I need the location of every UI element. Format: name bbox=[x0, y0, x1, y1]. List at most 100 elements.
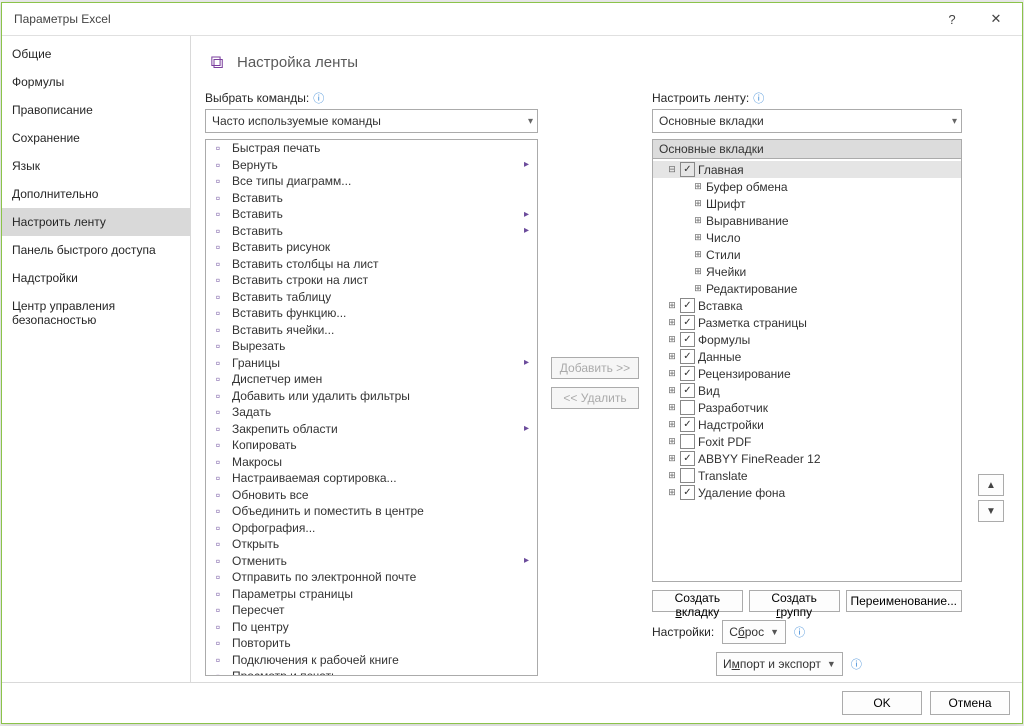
checkbox[interactable] bbox=[680, 332, 695, 347]
rename-button[interactable]: Переименование... bbox=[846, 590, 963, 612]
tree-node[interactable]: ⊞Выравнивание bbox=[653, 212, 961, 229]
checkbox[interactable] bbox=[680, 468, 695, 483]
command-item[interactable]: ▫Отправить по электронной почте bbox=[206, 569, 537, 586]
sidebar-item[interactable]: Общие bbox=[2, 40, 190, 68]
command-item[interactable]: ▫Вставить▸ bbox=[206, 223, 537, 240]
tree-node[interactable]: ⊞Foxit PDF bbox=[653, 433, 961, 450]
command-item[interactable]: ▫Вставить функцию... bbox=[206, 305, 537, 322]
info-icon[interactable]: ⓘ bbox=[753, 90, 764, 106]
expander-icon[interactable]: ⊟ bbox=[667, 164, 677, 175]
expander-icon[interactable]: ⊞ bbox=[693, 181, 703, 192]
expander-icon[interactable]: ⊞ bbox=[667, 368, 677, 379]
sidebar-item[interactable]: Формулы bbox=[2, 68, 190, 96]
command-item[interactable]: ▫Вставить строки на лист bbox=[206, 272, 537, 289]
sidebar-item[interactable]: Язык bbox=[2, 152, 190, 180]
checkbox[interactable] bbox=[680, 162, 695, 177]
close-button[interactable]: ✕ bbox=[974, 4, 1018, 34]
expander-icon[interactable]: ⊞ bbox=[667, 402, 677, 413]
expander-icon[interactable]: ⊞ bbox=[667, 419, 677, 430]
command-item[interactable]: ▫Вставить bbox=[206, 190, 537, 207]
info-icon[interactable]: ⓘ bbox=[851, 656, 862, 672]
expander-icon[interactable]: ⊞ bbox=[693, 249, 703, 260]
new-tab-button[interactable]: Создать вкладку bbox=[652, 590, 743, 612]
customize-ribbon-combo[interactable]: Основные вкладки ▾ bbox=[652, 109, 962, 133]
tree-node[interactable]: ⊞Данные bbox=[653, 348, 961, 365]
command-item[interactable]: ▫Закрепить области▸ bbox=[206, 421, 537, 438]
command-item[interactable]: ▫Вставить рисунок bbox=[206, 239, 537, 256]
move-up-button[interactable]: ▲ bbox=[978, 474, 1004, 496]
checkbox[interactable] bbox=[680, 400, 695, 415]
expander-icon[interactable]: ⊞ bbox=[693, 215, 703, 226]
tree-node[interactable]: ⊞Разметка страницы bbox=[653, 314, 961, 331]
add-button[interactable]: Добавить >> bbox=[551, 357, 639, 379]
help-button[interactable]: ? bbox=[930, 4, 974, 34]
checkbox[interactable] bbox=[680, 366, 695, 381]
remove-button[interactable]: << Удалить bbox=[551, 387, 639, 409]
expander-icon[interactable]: ⊞ bbox=[667, 453, 677, 464]
sidebar-item[interactable]: Настроить ленту bbox=[2, 208, 190, 236]
command-item[interactable]: ▫Копировать bbox=[206, 437, 537, 454]
expander-icon[interactable]: ⊞ bbox=[693, 232, 703, 243]
tree-node[interactable]: ⊞Вид bbox=[653, 382, 961, 399]
expander-icon[interactable]: ⊞ bbox=[667, 334, 677, 345]
tree-node[interactable]: ⊞Шрифт bbox=[653, 195, 961, 212]
checkbox[interactable] bbox=[680, 298, 695, 313]
command-item[interactable]: ▫Параметры страницы bbox=[206, 586, 537, 603]
expander-icon[interactable]: ⊞ bbox=[667, 470, 677, 481]
command-item[interactable]: ▫Орфография... bbox=[206, 520, 537, 537]
tree-node[interactable]: ⊞Рецензирование bbox=[653, 365, 961, 382]
expander-icon[interactable]: ⊞ bbox=[693, 283, 703, 294]
checkbox[interactable] bbox=[680, 485, 695, 500]
checkbox[interactable] bbox=[680, 434, 695, 449]
command-item[interactable]: ▫Вставить столбцы на лист bbox=[206, 256, 537, 273]
tree-node[interactable]: ⊞Удаление фона bbox=[653, 484, 961, 501]
command-item[interactable]: ▫Вырезать bbox=[206, 338, 537, 355]
sidebar-item[interactable]: Сохранение bbox=[2, 124, 190, 152]
checkbox[interactable] bbox=[680, 383, 695, 398]
expander-icon[interactable]: ⊞ bbox=[667, 300, 677, 311]
expander-icon[interactable]: ⊞ bbox=[667, 317, 677, 328]
sidebar-item[interactable]: Надстройки bbox=[2, 264, 190, 292]
command-item[interactable]: ▫Отменить▸ bbox=[206, 553, 537, 570]
command-item[interactable]: ▫Задать bbox=[206, 404, 537, 421]
expander-icon[interactable]: ⊞ bbox=[667, 436, 677, 447]
tree-node[interactable]: ⊞Надстройки bbox=[653, 416, 961, 433]
command-item[interactable]: ▫Открыть bbox=[206, 536, 537, 553]
ribbon-tree[interactable]: ⊟Главная⊞Буфер обмена⊞Шрифт⊞Выравнивание… bbox=[652, 158, 962, 582]
reset-button[interactable]: Сброс▼ bbox=[722, 620, 786, 644]
command-item[interactable]: ▫Просмотр и печать bbox=[206, 668, 537, 676]
command-item[interactable]: ▫Повторить bbox=[206, 635, 537, 652]
command-item[interactable]: ▫Макросы bbox=[206, 454, 537, 471]
command-item[interactable]: ▫Обновить все bbox=[206, 487, 537, 504]
import-export-button[interactable]: Импорт и экспорт▼ bbox=[716, 652, 843, 676]
expander-icon[interactable]: ⊞ bbox=[667, 351, 677, 362]
command-item[interactable]: ▫Вставить таблицу bbox=[206, 289, 537, 306]
command-item[interactable]: ▫Добавить или удалить фильтры bbox=[206, 388, 537, 405]
command-item[interactable]: ▫Диспетчер имен bbox=[206, 371, 537, 388]
sidebar-item[interactable]: Центр управления безопасностью bbox=[2, 292, 190, 334]
sidebar-item[interactable]: Дополнительно bbox=[2, 180, 190, 208]
sidebar-item[interactable]: Панель быстрого доступа bbox=[2, 236, 190, 264]
tree-node[interactable]: ⊞Стили bbox=[653, 246, 961, 263]
new-group-button[interactable]: Создать группу bbox=[749, 590, 840, 612]
tree-node[interactable]: ⊞Число bbox=[653, 229, 961, 246]
ok-button[interactable]: OK bbox=[842, 691, 922, 715]
command-item[interactable]: ▫По центру bbox=[206, 619, 537, 636]
tree-node[interactable]: ⊞ABBYY FineReader 12 bbox=[653, 450, 961, 467]
command-item[interactable]: ▫Подключения к рабочей книге bbox=[206, 652, 537, 669]
choose-commands-combo[interactable]: Часто используемые команды ▾ bbox=[205, 109, 538, 133]
move-down-button[interactable]: ▼ bbox=[978, 500, 1004, 522]
command-item[interactable]: ▫Настраиваемая сортировка... bbox=[206, 470, 537, 487]
checkbox[interactable] bbox=[680, 417, 695, 432]
tree-node[interactable]: ⊞Редактирование bbox=[653, 280, 961, 297]
command-item[interactable]: ▫Объединить и поместить в центре bbox=[206, 503, 537, 520]
expander-icon[interactable]: ⊞ bbox=[693, 266, 703, 277]
tree-node[interactable]: ⊞Translate bbox=[653, 467, 961, 484]
command-item[interactable]: ▫Пересчет bbox=[206, 602, 537, 619]
checkbox[interactable] bbox=[680, 315, 695, 330]
tree-node[interactable]: ⊞Буфер обмена bbox=[653, 178, 961, 195]
info-icon[interactable]: ⓘ bbox=[313, 90, 324, 106]
tree-node[interactable]: ⊞Вставка bbox=[653, 297, 961, 314]
command-item[interactable]: ▫Вставить▸ bbox=[206, 206, 537, 223]
tree-node[interactable]: ⊞Ячейки bbox=[653, 263, 961, 280]
